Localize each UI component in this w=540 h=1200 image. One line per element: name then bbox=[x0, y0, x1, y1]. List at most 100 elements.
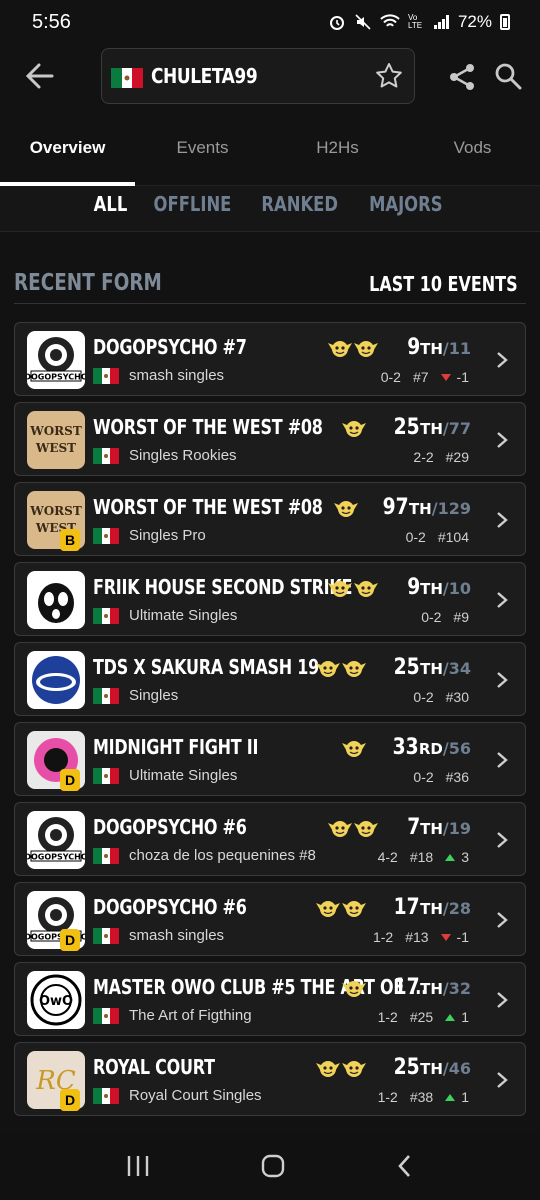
seed: #104 bbox=[437, 529, 469, 545]
chevron-right-icon[interactable] bbox=[495, 990, 509, 1010]
event-subtitle: Ultimate Singles bbox=[93, 767, 237, 784]
tab-h2hs[interactable]: H2Hs bbox=[270, 118, 405, 185]
chevron-right-icon[interactable] bbox=[495, 750, 509, 770]
event-card[interactable]: WORST WEST B WORST OF THE WEST #08 Singles P… bbox=[14, 482, 526, 556]
arrow-up-icon bbox=[445, 853, 456, 861]
chevron-right-icon[interactable] bbox=[495, 670, 509, 690]
event-title: DOGOPSYCHO #6 bbox=[93, 895, 247, 919]
arrow-down-icon bbox=[440, 933, 451, 941]
place-ordinal: TH bbox=[420, 660, 443, 678]
chevron-right-icon[interactable] bbox=[495, 350, 509, 370]
placement: 9 TH/10 bbox=[405, 575, 471, 600]
event-title: FRIIK HOUSE SECOND STRIKE bbox=[93, 575, 353, 599]
nav-back-icon[interactable] bbox=[395, 1153, 415, 1179]
bracket-name: Ultimate Singles bbox=[129, 767, 238, 784]
favorite-star-icon[interactable] bbox=[374, 61, 404, 91]
event-card[interactable]: OwO MASTER OWO CLUB #5 THE ART OF ... The … bbox=[14, 962, 526, 1036]
seed-delta: -1 bbox=[440, 369, 469, 385]
placement: 17 TH/28 bbox=[389, 895, 471, 920]
mexico-flag-icon bbox=[93, 1087, 119, 1104]
filter-majors[interactable]: MAJORS bbox=[369, 192, 443, 231]
tab-events[interactable]: Events bbox=[135, 118, 270, 185]
bracket-name: Royal Court Singles bbox=[129, 1087, 262, 1104]
entrants-total: /11 bbox=[442, 339, 471, 358]
chevron-right-icon[interactable] bbox=[495, 510, 509, 530]
chevron-right-icon[interactable] bbox=[495, 430, 509, 450]
chevron-right-icon[interactable] bbox=[495, 830, 509, 850]
place-number: 25 bbox=[394, 655, 421, 680]
characters-used bbox=[315, 657, 367, 681]
event-title: DOGOPSYCHO #6 bbox=[93, 815, 247, 839]
filter-ranked[interactable]: RANKED bbox=[262, 192, 339, 231]
mexico-flag-icon bbox=[93, 1007, 119, 1024]
back-arrow-icon[interactable] bbox=[22, 58, 58, 94]
set-record: 4-2 bbox=[377, 849, 398, 865]
place-ordinal: RD bbox=[418, 740, 443, 758]
event-logo: OwO bbox=[27, 971, 85, 1029]
entrants-total: /46 bbox=[442, 1059, 471, 1078]
player-header[interactable]: CHULETA99 bbox=[101, 48, 415, 104]
event-card[interactable]: FRIIK HOUSE SECOND STRIKE Ultimate Single… bbox=[14, 562, 526, 636]
alarm-icon bbox=[329, 16, 344, 30]
event-stats: 0-2 #104 bbox=[406, 529, 469, 545]
mexico-flag-icon bbox=[93, 447, 119, 464]
event-card[interactable]: DOGOPSYCHO DOGOPSYCHO #6 choza de los pequ… bbox=[14, 802, 526, 876]
share-icon[interactable] bbox=[447, 62, 477, 92]
character-icon bbox=[354, 341, 378, 357]
event-title: TDS X SAKURA SMASH 19 bbox=[93, 655, 320, 679]
event-card[interactable]: TDS X SAKURA SMASH 19 Singles 25 TH/34 0-2 #3… bbox=[14, 642, 526, 716]
characters-used bbox=[327, 337, 379, 361]
event-card[interactable]: WORST WEST WORST OF THE WEST #08 Singles Ro… bbox=[14, 402, 526, 476]
event-card[interactable]: D MIDNIGHT FIGHT II Ultimate Singles 33 RD/5… bbox=[14, 722, 526, 796]
mute-icon bbox=[355, 14, 371, 30]
delta-value: 3 bbox=[461, 849, 469, 865]
characters-used bbox=[341, 417, 367, 441]
set-record: 1-2 bbox=[377, 1009, 398, 1025]
event-logo: DOGOPSYCHO bbox=[27, 811, 85, 869]
chevron-right-icon[interactable] bbox=[495, 1070, 509, 1090]
filter-offline[interactable]: OFFLINE bbox=[153, 192, 231, 231]
place-number: 9 bbox=[407, 575, 421, 600]
event-title: ROYAL COURT bbox=[93, 1055, 215, 1079]
event-stats: 0-2 #30 bbox=[413, 689, 469, 705]
mexico-flag-icon bbox=[93, 527, 119, 544]
mexico-flag-icon bbox=[93, 847, 119, 864]
delta-value: -1 bbox=[456, 929, 469, 945]
mexico-flag-icon bbox=[93, 367, 119, 384]
event-stats: 1-2 #38 1 bbox=[378, 1089, 469, 1105]
event-subtitle: smash singles bbox=[93, 367, 224, 384]
tier-badge: D bbox=[60, 1089, 80, 1111]
event-card[interactable]: RC D ROYAL COURT Royal Court Singles 25 TH/46… bbox=[14, 1042, 526, 1116]
set-record: 1-2 bbox=[377, 1089, 398, 1105]
home-icon[interactable] bbox=[260, 1153, 286, 1179]
chevron-right-icon[interactable] bbox=[495, 910, 509, 930]
entrants-total: /56 bbox=[442, 739, 471, 758]
search-icon[interactable] bbox=[494, 62, 522, 90]
event-title: DOGOPSYCHO #7 bbox=[93, 335, 247, 359]
event-title: WORST OF THE WEST #08 bbox=[93, 415, 323, 439]
mexico-flag-icon bbox=[93, 927, 119, 944]
arrow-up-icon bbox=[445, 1013, 456, 1021]
recent-form-header: RECENT FORM LAST 10 EVENTS bbox=[14, 268, 526, 304]
tab-bar: Overview Events H2Hs Vods bbox=[0, 118, 540, 186]
mexico-flag-icon bbox=[111, 68, 143, 88]
recents-icon[interactable] bbox=[125, 1154, 151, 1178]
event-card[interactable]: DOGOPSYCHO D DOGOPSYCHO #6 smash singles 17 T… bbox=[14, 882, 526, 956]
place-number: 25 bbox=[394, 1055, 421, 1080]
entrants-total: /32 bbox=[442, 979, 471, 998]
tab-vods[interactable]: Vods bbox=[405, 118, 540, 185]
event-card[interactable]: DOGOPSYCHO DOGOPSYCHO #7 smash singles 9 TH /… bbox=[14, 322, 526, 396]
chevron-right-icon[interactable] bbox=[495, 590, 509, 610]
seed: #7 bbox=[412, 369, 429, 385]
character-icon bbox=[342, 741, 366, 757]
bracket-name: choza de los pequenines #8 bbox=[129, 847, 316, 864]
place-number: 17 bbox=[394, 895, 421, 920]
tab-overview[interactable]: Overview bbox=[0, 118, 135, 186]
section-title: RECENT FORM bbox=[14, 270, 162, 296]
event-subtitle: Singles Rookies bbox=[93, 447, 237, 464]
characters-used bbox=[315, 897, 367, 921]
delta-value: 1 bbox=[461, 1089, 469, 1105]
filter-all[interactable]: ALL bbox=[93, 192, 127, 231]
tier-badge: B bbox=[60, 529, 80, 551]
signal-icon bbox=[433, 15, 449, 29]
